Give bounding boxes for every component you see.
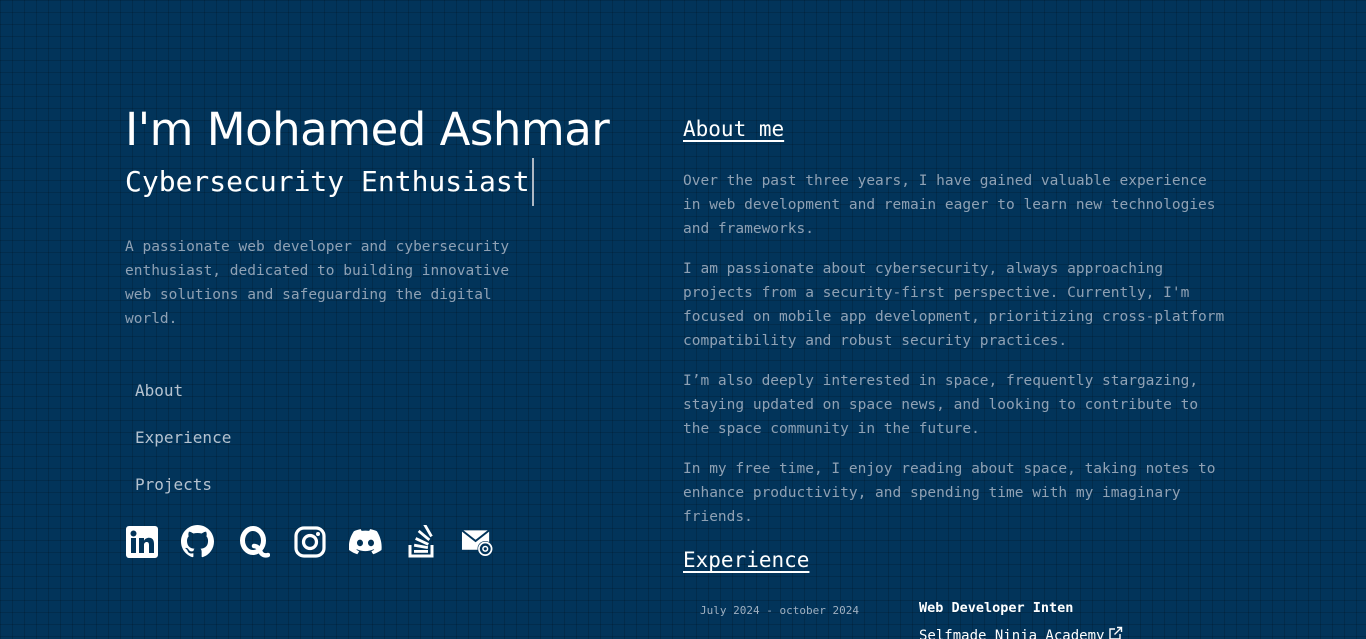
- experience-item: July 2024 - october 2024 Web Developer I…: [683, 600, 1228, 639]
- main-nav: About Experience Projects: [135, 367, 645, 508]
- about-paragraph: In my free time, I enjoy reading about s…: [683, 461, 1216, 525]
- external-link-icon: [1109, 626, 1123, 639]
- about-heading: About me: [683, 117, 785, 141]
- nav-item-projects[interactable]: Projects: [135, 461, 212, 508]
- social-links: [125, 525, 494, 558]
- typing-cursor: [531, 158, 534, 206]
- about-paragraph: I am passionate about cybersecurity, alw…: [683, 261, 1225, 349]
- quora-icon[interactable]: [237, 525, 270, 558]
- experience-date: July 2024 - october 2024: [700, 604, 859, 617]
- discord-icon[interactable]: [349, 525, 382, 558]
- hero-intro: A passionate web developer and cybersecu…: [125, 239, 510, 327]
- experience-company-link[interactable]: Selfmade Ninja Academy: [919, 626, 1123, 639]
- about-paragraph: I’m also deeply interested in space, fre…: [683, 373, 1199, 437]
- experience-title: Web Developer Inten: [919, 600, 1074, 616]
- stackoverflow-icon[interactable]: [405, 525, 438, 558]
- content-column: About me Over the past three years, I ha…: [683, 114, 1228, 639]
- github-icon[interactable]: [181, 525, 214, 558]
- experience-company: Selfmade Ninja Academy: [919, 628, 1105, 639]
- hero-section: I'm Mohamed Ashmar Cybersecurity Enthusi…: [125, 100, 645, 508]
- linkedin-icon[interactable]: [125, 525, 158, 558]
- about-paragraphs: Over the past three years, I have gained…: [683, 169, 1228, 529]
- instagram-icon[interactable]: [293, 525, 326, 558]
- email-icon[interactable]: [461, 525, 494, 558]
- hero-name: I'm Mohamed Ashmar: [125, 103, 610, 156]
- hero-subtitle-text: Cybersecurity Enthusiast: [125, 165, 530, 198]
- about-paragraph: Over the past three years, I have gained…: [683, 173, 1216, 237]
- nav-item-experience[interactable]: Experience: [135, 414, 231, 461]
- nav-item-about[interactable]: About: [135, 367, 183, 414]
- experience-heading: Experience: [683, 548, 810, 572]
- hero-subtitle: Cybersecurity Enthusiast: [125, 158, 534, 206]
